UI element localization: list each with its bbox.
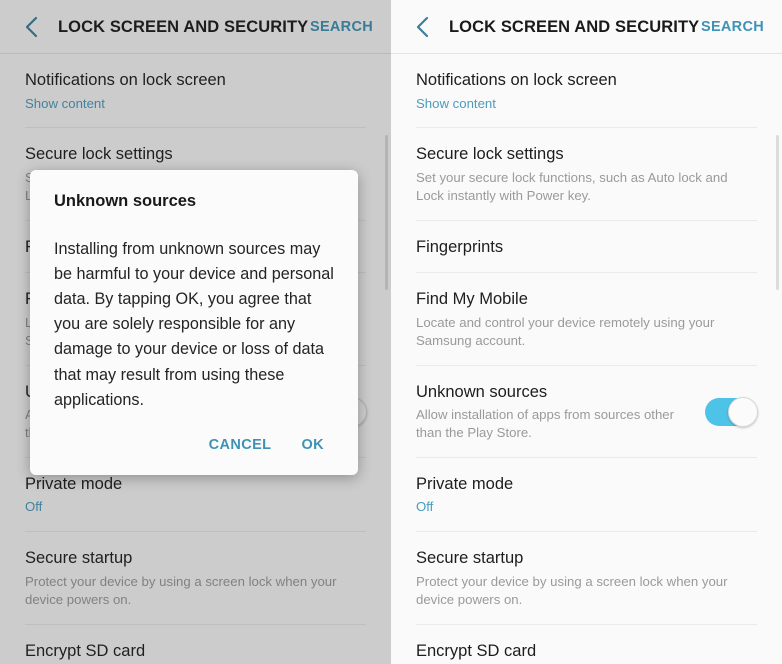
right-screen: LOCK SCREEN AND SECURITY SEARCH Notifica… — [391, 0, 782, 664]
list-item[interactable]: Notifications on lock screen Show conten… — [0, 54, 391, 127]
list-item-title: Secure lock settings — [416, 145, 564, 164]
cancel-button[interactable]: CANCEL — [209, 437, 272, 453]
list-item-title: Secure lock settings — [25, 145, 173, 164]
chevron-left-icon — [25, 16, 37, 38]
list-item[interactable]: Secure lock settings Set your secure loc… — [391, 128, 782, 219]
search-button[interactable]: SEARCH — [701, 19, 764, 35]
list-item[interactable]: Secure startup Protect your device by us… — [0, 532, 391, 623]
list-item[interactable]: Private mode Off — [391, 458, 782, 531]
dual-screenshot-comparison: LOCK SCREEN AND SECURITY SEARCH Notifica… — [0, 0, 782, 664]
list-item[interactable]: Unknown sources Allow installation of ap… — [391, 366, 782, 457]
list-item-subtitle: Show content — [25, 95, 105, 111]
list-item-subtitle: Off — [416, 499, 434, 515]
page-title: LOCK SCREEN AND SECURITY — [58, 17, 309, 36]
list-item[interactable]: Notifications on lock screen Show conten… — [391, 54, 782, 127]
list-item-subtitle: Locate and control your device remotely … — [416, 314, 715, 348]
back-button[interactable] — [14, 10, 48, 44]
list-item-title: Find My Mobile — [416, 290, 528, 309]
list-item-title: Secure startup — [416, 549, 524, 568]
list-item-title: Notifications on lock screen — [416, 71, 617, 89]
list-item-subtitle: Protect your device by using a screen lo… — [25, 573, 337, 607]
list-item[interactable]: Encrypt SD card No SD card inserted — [0, 625, 391, 664]
list-item[interactable]: Secure startup Protect your device by us… — [391, 532, 782, 623]
dialog-actions: CANCEL OK — [54, 437, 334, 467]
search-button[interactable]: SEARCH — [310, 19, 373, 35]
back-button[interactable] — [405, 10, 439, 44]
app-header-right: LOCK SCREEN AND SECURITY SEARCH — [391, 0, 782, 54]
list-item[interactable]: Encrypt SD card No SD card inserted — [391, 625, 782, 664]
page-title: LOCK SCREEN AND SECURITY — [449, 17, 700, 36]
ok-button[interactable]: OK — [301, 437, 324, 453]
list-item-subtitle: Set your secure lock functions, such as … — [416, 170, 728, 203]
list-item-title: Private mode — [25, 474, 123, 493]
list-item-title: Encrypt SD card — [25, 641, 146, 660]
settings-list-right[interactable]: Notifications on lock screen Show conten… — [391, 54, 782, 664]
list-item-title: Secure startup — [25, 549, 133, 568]
list-item-title: Encrypt SD card — [416, 641, 537, 660]
chevron-left-icon — [416, 16, 428, 38]
unknown-sources-dialog: Unknown sources Installing from unknown … — [30, 170, 358, 475]
dialog-title: Unknown sources — [54, 192, 197, 210]
list-item[interactable]: Fingerprints — [391, 221, 782, 273]
list-item-subtitle: Allow installation of apps from sources … — [416, 407, 675, 440]
app-header-left: LOCK SCREEN AND SECURITY SEARCH — [0, 0, 391, 54]
list-item-title: Notifications on lock screen — [25, 71, 226, 89]
list-item-subtitle: Show content — [416, 95, 496, 111]
list-scrollbar[interactable] — [776, 135, 779, 290]
list-item-title: Private mode — [416, 474, 514, 493]
list-item-subtitle: Off — [25, 499, 43, 515]
list-item-title: Unknown sources — [416, 382, 548, 401]
list-item[interactable]: Find My Mobile Locate and control your d… — [391, 273, 782, 364]
list-scrollbar[interactable] — [385, 135, 388, 290]
unknown-sources-toggle[interactable] — [705, 396, 758, 427]
toggle-knob — [728, 396, 758, 427]
left-screen: LOCK SCREEN AND SECURITY SEARCH Notifica… — [0, 0, 391, 664]
list-item-subtitle: Protect your device by using a screen lo… — [416, 573, 728, 607]
list-item-title: Fingerprints — [416, 237, 504, 256]
dialog-message: Installing from unknown sources may be h… — [54, 240, 334, 409]
